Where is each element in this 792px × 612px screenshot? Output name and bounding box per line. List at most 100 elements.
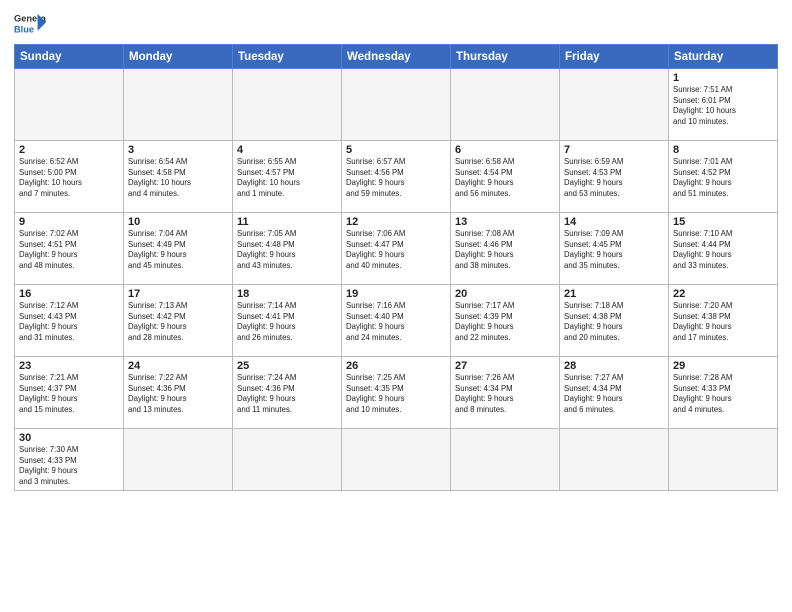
col-header-wednesday: Wednesday xyxy=(342,45,451,69)
day-info: Sunrise: 7:26 AM Sunset: 4:34 PM Dayligh… xyxy=(455,373,555,415)
calendar-cell xyxy=(233,69,342,141)
calendar-cell: 19Sunrise: 7:16 AM Sunset: 4:40 PM Dayli… xyxy=(342,285,451,357)
svg-text:Blue: Blue xyxy=(14,24,34,34)
calendar-week-row: 16Sunrise: 7:12 AM Sunset: 4:43 PM Dayli… xyxy=(15,285,778,357)
day-info: Sunrise: 6:52 AM Sunset: 5:00 PM Dayligh… xyxy=(19,157,119,199)
day-info: Sunrise: 7:51 AM Sunset: 6:01 PM Dayligh… xyxy=(673,85,773,127)
calendar-cell: 21Sunrise: 7:18 AM Sunset: 4:38 PM Dayli… xyxy=(560,285,669,357)
header: General Blue xyxy=(14,10,778,38)
day-info: Sunrise: 6:57 AM Sunset: 4:56 PM Dayligh… xyxy=(346,157,446,199)
day-number: 25 xyxy=(237,360,337,372)
col-header-thursday: Thursday xyxy=(451,45,560,69)
calendar-cell: 28Sunrise: 7:27 AM Sunset: 4:34 PM Dayli… xyxy=(560,357,669,429)
calendar-cell xyxy=(342,429,451,491)
day-number: 11 xyxy=(237,216,337,228)
day-info: Sunrise: 7:21 AM Sunset: 4:37 PM Dayligh… xyxy=(19,373,119,415)
calendar-cell: 4Sunrise: 6:55 AM Sunset: 4:57 PM Daylig… xyxy=(233,141,342,213)
day-info: Sunrise: 7:09 AM Sunset: 4:45 PM Dayligh… xyxy=(564,229,664,271)
calendar-cell xyxy=(451,69,560,141)
calendar-cell xyxy=(124,69,233,141)
day-info: Sunrise: 7:24 AM Sunset: 4:36 PM Dayligh… xyxy=(237,373,337,415)
day-number: 22 xyxy=(673,288,773,300)
calendar-cell: 6Sunrise: 6:58 AM Sunset: 4:54 PM Daylig… xyxy=(451,141,560,213)
generalblue-logo-icon: General Blue xyxy=(14,10,46,38)
day-info: Sunrise: 7:12 AM Sunset: 4:43 PM Dayligh… xyxy=(19,301,119,343)
calendar-cell: 2Sunrise: 6:52 AM Sunset: 5:00 PM Daylig… xyxy=(15,141,124,213)
calendar-cell: 9Sunrise: 7:02 AM Sunset: 4:51 PM Daylig… xyxy=(15,213,124,285)
calendar-table: SundayMondayTuesdayWednesdayThursdayFrid… xyxy=(14,44,778,491)
day-number: 29 xyxy=(673,360,773,372)
day-info: Sunrise: 7:20 AM Sunset: 4:38 PM Dayligh… xyxy=(673,301,773,343)
calendar-week-row: 30Sunrise: 7:30 AM Sunset: 4:33 PM Dayli… xyxy=(15,429,778,491)
calendar-cell: 26Sunrise: 7:25 AM Sunset: 4:35 PM Dayli… xyxy=(342,357,451,429)
day-info: Sunrise: 7:01 AM Sunset: 4:52 PM Dayligh… xyxy=(673,157,773,199)
calendar-cell xyxy=(669,429,778,491)
day-info: Sunrise: 6:55 AM Sunset: 4:57 PM Dayligh… xyxy=(237,157,337,199)
day-number: 18 xyxy=(237,288,337,300)
page: General Blue SundayMondayTuesdayWednesda… xyxy=(0,0,792,612)
calendar-cell: 24Sunrise: 7:22 AM Sunset: 4:36 PM Dayli… xyxy=(124,357,233,429)
calendar-cell: 22Sunrise: 7:20 AM Sunset: 4:38 PM Dayli… xyxy=(669,285,778,357)
calendar-cell: 17Sunrise: 7:13 AM Sunset: 4:42 PM Dayli… xyxy=(124,285,233,357)
day-number: 14 xyxy=(564,216,664,228)
calendar-cell: 23Sunrise: 7:21 AM Sunset: 4:37 PM Dayli… xyxy=(15,357,124,429)
day-info: Sunrise: 7:28 AM Sunset: 4:33 PM Dayligh… xyxy=(673,373,773,415)
calendar-cell: 3Sunrise: 6:54 AM Sunset: 4:58 PM Daylig… xyxy=(124,141,233,213)
day-number: 9 xyxy=(19,216,119,228)
calendar-week-row: 23Sunrise: 7:21 AM Sunset: 4:37 PM Dayli… xyxy=(15,357,778,429)
day-info: Sunrise: 7:17 AM Sunset: 4:39 PM Dayligh… xyxy=(455,301,555,343)
calendar-cell xyxy=(342,69,451,141)
day-info: Sunrise: 7:14 AM Sunset: 4:41 PM Dayligh… xyxy=(237,301,337,343)
col-header-monday: Monday xyxy=(124,45,233,69)
day-info: Sunrise: 7:16 AM Sunset: 4:40 PM Dayligh… xyxy=(346,301,446,343)
calendar-week-row: 9Sunrise: 7:02 AM Sunset: 4:51 PM Daylig… xyxy=(15,213,778,285)
day-number: 4 xyxy=(237,144,337,156)
day-number: 28 xyxy=(564,360,664,372)
col-header-saturday: Saturday xyxy=(669,45,778,69)
calendar-cell: 5Sunrise: 6:57 AM Sunset: 4:56 PM Daylig… xyxy=(342,141,451,213)
calendar-cell: 14Sunrise: 7:09 AM Sunset: 4:45 PM Dayli… xyxy=(560,213,669,285)
day-number: 2 xyxy=(19,144,119,156)
day-info: Sunrise: 6:59 AM Sunset: 4:53 PM Dayligh… xyxy=(564,157,664,199)
calendar-cell: 12Sunrise: 7:06 AM Sunset: 4:47 PM Dayli… xyxy=(342,213,451,285)
calendar-cell: 29Sunrise: 7:28 AM Sunset: 4:33 PM Dayli… xyxy=(669,357,778,429)
day-number: 21 xyxy=(564,288,664,300)
day-info: Sunrise: 7:27 AM Sunset: 4:34 PM Dayligh… xyxy=(564,373,664,415)
calendar-cell: 1Sunrise: 7:51 AM Sunset: 6:01 PM Daylig… xyxy=(669,69,778,141)
day-info: Sunrise: 7:08 AM Sunset: 4:46 PM Dayligh… xyxy=(455,229,555,271)
calendar-cell: 15Sunrise: 7:10 AM Sunset: 4:44 PM Dayli… xyxy=(669,213,778,285)
day-info: Sunrise: 7:30 AM Sunset: 4:33 PM Dayligh… xyxy=(19,445,119,487)
calendar-week-row: 2Sunrise: 6:52 AM Sunset: 5:00 PM Daylig… xyxy=(15,141,778,213)
calendar-cell: 18Sunrise: 7:14 AM Sunset: 4:41 PM Dayli… xyxy=(233,285,342,357)
day-info: Sunrise: 7:13 AM Sunset: 4:42 PM Dayligh… xyxy=(128,301,228,343)
day-info: Sunrise: 7:04 AM Sunset: 4:49 PM Dayligh… xyxy=(128,229,228,271)
col-header-sunday: Sunday xyxy=(15,45,124,69)
col-header-tuesday: Tuesday xyxy=(233,45,342,69)
day-number: 16 xyxy=(19,288,119,300)
calendar-cell: 16Sunrise: 7:12 AM Sunset: 4:43 PM Dayli… xyxy=(15,285,124,357)
calendar-cell xyxy=(451,429,560,491)
calendar-header-row: SundayMondayTuesdayWednesdayThursdayFrid… xyxy=(15,45,778,69)
day-number: 8 xyxy=(673,144,773,156)
day-number: 12 xyxy=(346,216,446,228)
calendar-cell xyxy=(15,69,124,141)
calendar-cell: 11Sunrise: 7:05 AM Sunset: 4:48 PM Dayli… xyxy=(233,213,342,285)
calendar-cell: 13Sunrise: 7:08 AM Sunset: 4:46 PM Dayli… xyxy=(451,213,560,285)
day-number: 15 xyxy=(673,216,773,228)
day-number: 10 xyxy=(128,216,228,228)
calendar-cell: 8Sunrise: 7:01 AM Sunset: 4:52 PM Daylig… xyxy=(669,141,778,213)
day-info: Sunrise: 7:25 AM Sunset: 4:35 PM Dayligh… xyxy=(346,373,446,415)
calendar-cell: 30Sunrise: 7:30 AM Sunset: 4:33 PM Dayli… xyxy=(15,429,124,491)
day-info: Sunrise: 7:18 AM Sunset: 4:38 PM Dayligh… xyxy=(564,301,664,343)
logo: General Blue xyxy=(14,10,46,38)
calendar-cell xyxy=(233,429,342,491)
calendar-cell: 10Sunrise: 7:04 AM Sunset: 4:49 PM Dayli… xyxy=(124,213,233,285)
day-info: Sunrise: 7:02 AM Sunset: 4:51 PM Dayligh… xyxy=(19,229,119,271)
day-info: Sunrise: 7:10 AM Sunset: 4:44 PM Dayligh… xyxy=(673,229,773,271)
day-number: 7 xyxy=(564,144,664,156)
day-info: Sunrise: 6:58 AM Sunset: 4:54 PM Dayligh… xyxy=(455,157,555,199)
calendar-cell xyxy=(124,429,233,491)
calendar-cell: 7Sunrise: 6:59 AM Sunset: 4:53 PM Daylig… xyxy=(560,141,669,213)
calendar-cell: 25Sunrise: 7:24 AM Sunset: 4:36 PM Dayli… xyxy=(233,357,342,429)
day-number: 30 xyxy=(19,432,119,444)
